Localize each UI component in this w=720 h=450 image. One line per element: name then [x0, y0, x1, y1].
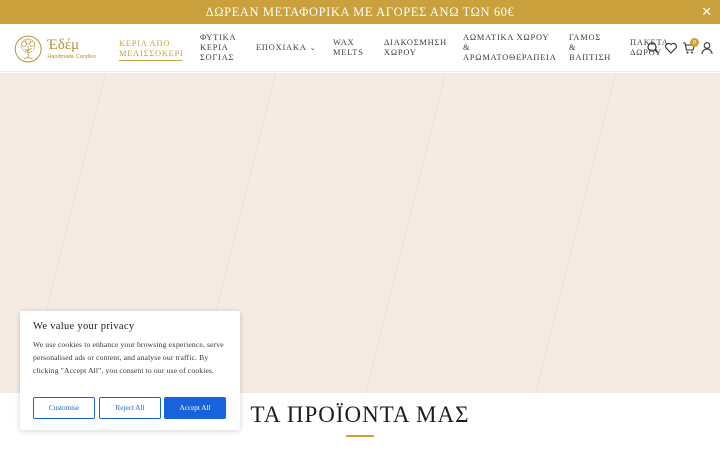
active-underline: [119, 60, 182, 61]
nav-label-line: WAX: [333, 38, 355, 47]
tree-icon: [14, 35, 42, 63]
nav-label-line: ΔΙΑΚΟΣΜΗΣΗ: [384, 38, 448, 47]
hero-pattern-line: [528, 73, 621, 393]
site-header: Έδέμ Handmade Candles ΚΕΡΙΑ ΑΠΟ ΜΕΛΙΣΣΟΚ…: [0, 24, 720, 72]
heart-icon[interactable]: [664, 41, 678, 55]
section-divider: [346, 435, 374, 437]
nav-label-line: ΚΕΡΙΑ ΑΠΟ: [119, 39, 171, 48]
nav-label-line: ΕΠΟΧΙΑΚΑ: [256, 43, 307, 52]
nav-item-wax-melts[interactable]: WAX MELTS: [333, 38, 364, 58]
cart-count-badge: 0: [690, 38, 699, 47]
nav-item-seasonal[interactable]: ΕΠΟΧΙΑΚΑ ⌄: [256, 43, 316, 53]
nav-label-line: ΑΩΜΑΤΙΚΑ ΧΩΡΟΥ: [463, 33, 550, 42]
nav-label-line: ΜΕΛΙΣΣΟΚΕΡΙ: [119, 49, 184, 58]
logo-name: Έδέμ: [47, 36, 80, 53]
close-icon[interactable]: ✕: [698, 3, 716, 21]
user-icon[interactable]: [700, 41, 714, 55]
cookie-title: We value your privacy: [33, 321, 135, 332]
nav-item-room-scents[interactable]: ΑΩΜΑΤΙΚΑ ΧΩΡΟΥ & ΑΡΩΜΑΤΟΘΕΡΑΠΕΙΑ: [463, 33, 557, 63]
nav-label-line: ΧΩΡΟΥ: [384, 48, 417, 57]
nav-item-home-decor[interactable]: ΔΙΑΚΟΣΜΗΣΗ ΧΩΡΟΥ: [384, 38, 447, 58]
logo-tagline: Handmade Candles: [47, 53, 96, 60]
nav-label-line: MELTS: [333, 48, 364, 57]
hero-pattern-line: [358, 73, 451, 393]
nav-label-line: &: [569, 43, 577, 52]
cookie-banner: We value your privacy We use cookies to …: [20, 311, 240, 430]
nav-label-line: ΣΟΓΙΑΣ: [200, 53, 235, 62]
customise-button[interactable]: Customise: [33, 397, 95, 419]
nav-label-line: ΓΑΜΟΣ: [569, 33, 601, 42]
search-icon[interactable]: [646, 41, 660, 55]
announcement-bar: ΔΩΡΕΑΝ ΜΕΤΑΦΟΡΙΚΑ ΜΕ ΑΓΟΡΕΣ ΑΝΩ ΤΩΝ 60€ …: [0, 0, 720, 24]
announcement-text: ΔΩΡΕΑΝ ΜΕΤΑΦΟΡΙΚΑ ΜΕ ΑΓΟΡΕΣ ΑΝΩ ΤΩΝ 60€: [205, 4, 515, 19]
reject-all-button[interactable]: Reject All: [99, 397, 161, 419]
nav-label-line: ΚΕΡΙΑ: [200, 43, 229, 52]
nav-label-line: ΦΥΤΙΚΑ: [200, 33, 237, 42]
nav-label-line: ΑΡΩΜΑΤΟΘΕΡΑΠΕΙΑ: [463, 53, 557, 62]
cookie-description: We use cookies to enhance your browsing …: [33, 340, 224, 375]
nav-item-beeswax-candles[interactable]: ΚΕΡΙΑ ΑΠΟ ΜΕΛΙΣΣΟΚΕΡΙ: [119, 39, 184, 61]
chevron-down-icon: ⌄: [309, 44, 317, 52]
accept-all-button[interactable]: Accept All: [164, 397, 226, 419]
nav-label-line: &: [463, 43, 471, 52]
nav-label-line: ΒΑΠΤΙΣΗ: [569, 53, 612, 62]
logo[interactable]: Έδέμ Handmade Candles: [14, 30, 96, 68]
nav-item-soy-candles[interactable]: ΦΥΤΙΚΑ ΚΕΡΙΑ ΣΟΓΙΑΣ: [200, 33, 236, 63]
nav-item-wedding-baptism[interactable]: ΓΑΜΟΣ & ΒΑΠΤΙΣΗ: [569, 33, 611, 63]
